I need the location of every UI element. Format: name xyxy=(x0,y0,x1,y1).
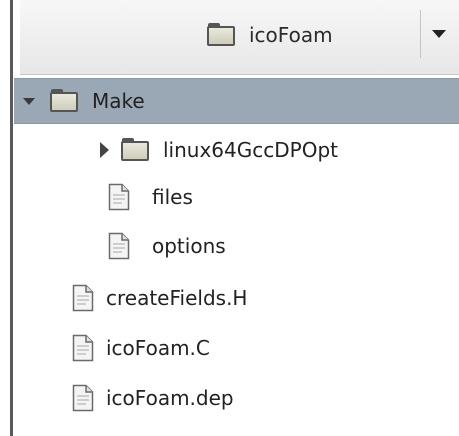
file-icon xyxy=(72,284,94,312)
tree-row-linux64gccdpopt[interactable]: linux64GccDPOpt xyxy=(100,127,338,173)
tree-row-options[interactable]: options xyxy=(108,223,226,269)
path-bar: icoFoam xyxy=(20,0,459,75)
tree-item-label: icoFoam.dep xyxy=(106,386,234,410)
file-icon xyxy=(72,334,94,362)
chevron-down-icon[interactable] xyxy=(432,30,446,38)
triangle-right-icon[interactable] xyxy=(100,142,109,158)
tree-row-icofoam-dep[interactable]: icoFoam.dep xyxy=(72,375,234,421)
tree-item-label: options xyxy=(152,234,226,258)
tree-item-label: Make xyxy=(92,89,145,113)
file-icon xyxy=(108,232,130,260)
folder-icon xyxy=(207,23,237,47)
path-label: icoFoam xyxy=(249,23,333,47)
triangle-down-icon[interactable] xyxy=(23,97,35,105)
tree-item-label: createFields.H xyxy=(106,286,248,310)
tree-row-make[interactable]: Make xyxy=(14,78,459,124)
file-browser-panel: icoFoam Make linux64GccDPOpt files optio… xyxy=(0,0,459,436)
header-separator xyxy=(420,10,421,58)
tree-item-label: icoFoam.C xyxy=(106,336,210,360)
folder-icon xyxy=(50,89,80,113)
tree-row-files[interactable]: files xyxy=(108,174,193,220)
path-button[interactable]: icoFoam xyxy=(207,14,333,56)
pane-divider[interactable] xyxy=(10,0,13,436)
tree-item-label: files xyxy=(152,185,193,209)
folder-icon xyxy=(121,138,151,162)
file-icon xyxy=(108,183,130,211)
tree-row-icofoam-c[interactable]: icoFoam.C xyxy=(72,325,210,371)
tree-row-createfields-h[interactable]: createFields.H xyxy=(72,275,247,321)
file-icon xyxy=(72,384,94,412)
tree-item-label: linux64GccDPOpt xyxy=(163,138,338,162)
